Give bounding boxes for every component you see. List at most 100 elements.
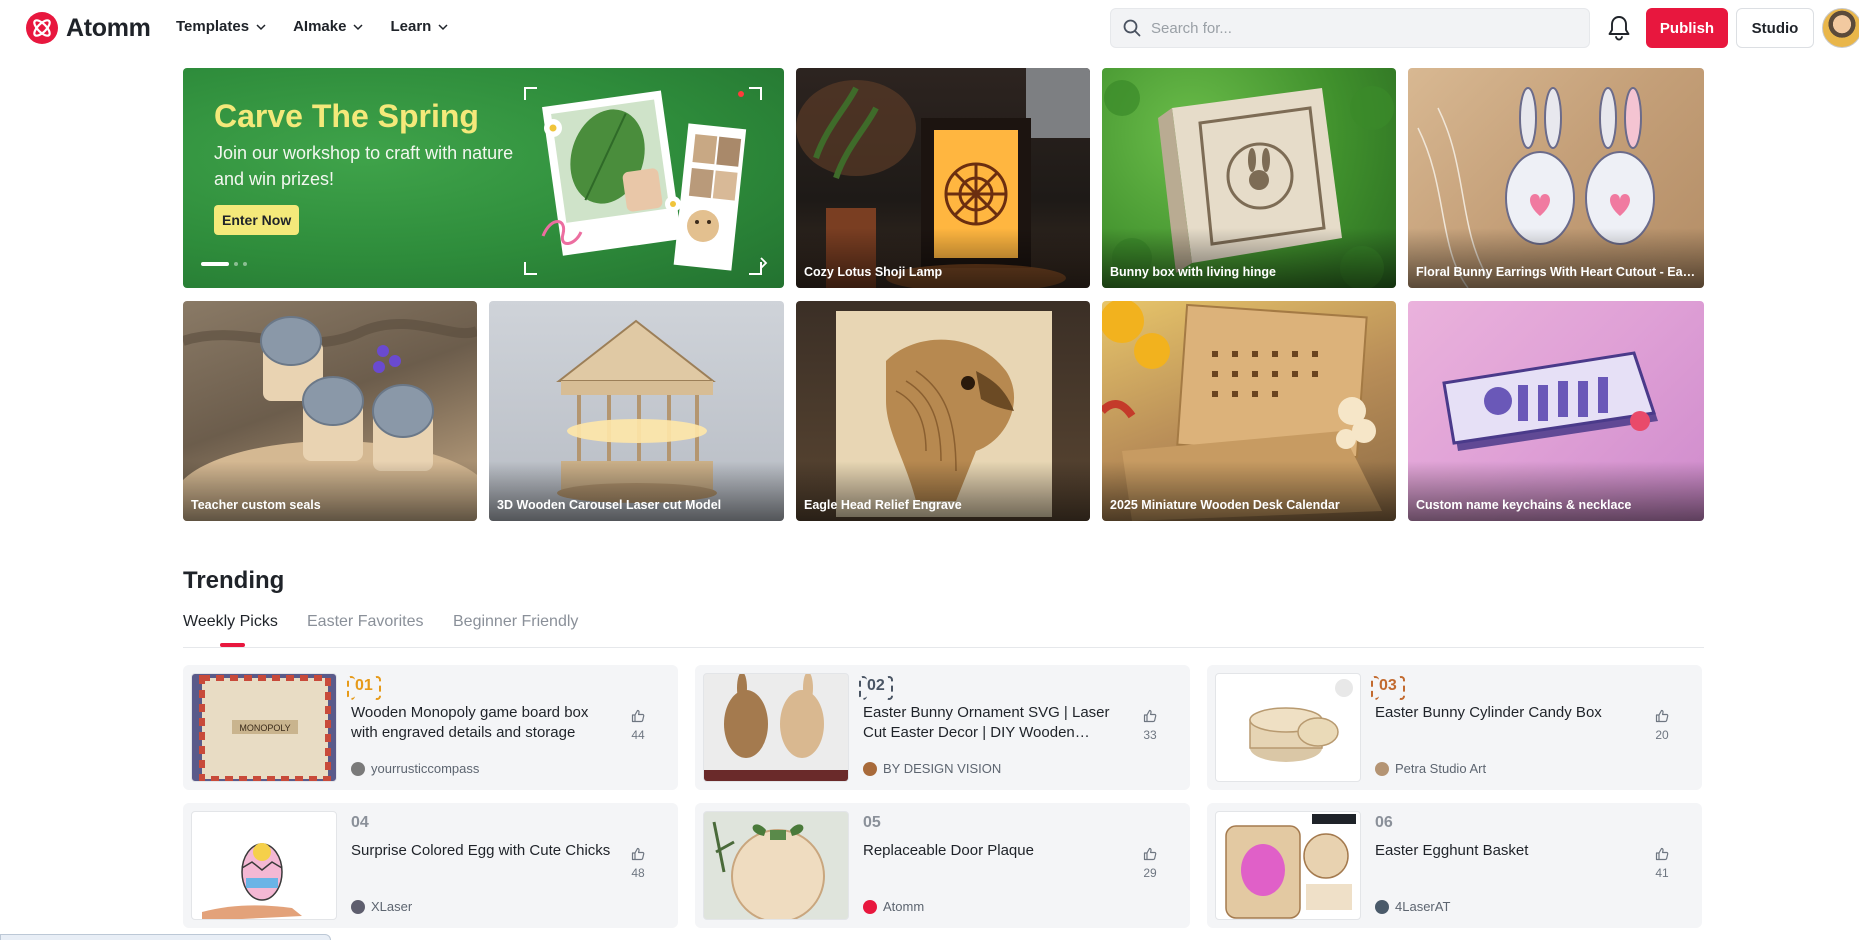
featured-tile-teacher-seals[interactable]: Teacher custom seals xyxy=(183,301,477,521)
like-count: 29 xyxy=(1143,866,1157,880)
promo-banner[interactable]: Carve The Spring Join our workshop to cr… xyxy=(183,68,784,288)
like-counter[interactable]: 41 xyxy=(1650,847,1674,882)
author-name: Atomm xyxy=(883,899,925,914)
svg-text:MONOPOLY: MONOPOLY xyxy=(239,723,290,733)
tile-caption-shade xyxy=(1102,461,1396,521)
enter-now-button[interactable]: Enter Now xyxy=(214,205,300,235)
card-author[interactable]: XLaser xyxy=(351,899,412,914)
nav-aimake[interactable]: AImake xyxy=(293,18,364,35)
trending-card[interactable]: 03 Easter Bunny Cylinder Candy Box Petra… xyxy=(1207,665,1702,790)
card-thumbnail xyxy=(191,811,337,920)
card-title: Replaceable Door Plaque xyxy=(863,842,1034,859)
publish-button[interactable]: Publish xyxy=(1646,8,1728,48)
tile-caption: Bunny box with living hinge xyxy=(1110,265,1276,279)
author-avatar xyxy=(1375,761,1389,776)
featured-tile-floral-bunny-earrings[interactable]: Floral Bunny Earrings With Heart Cutout … xyxy=(1408,68,1704,288)
rank-number: 04 xyxy=(351,814,369,831)
search-input[interactable] xyxy=(1151,19,1571,37)
card-thumbnail xyxy=(703,811,849,920)
featured-tile-lotus-lamp[interactable]: Cozy Lotus Shoji Lamp xyxy=(796,68,1090,288)
nav-templates[interactable]: Templates xyxy=(176,18,267,35)
active-tab-indicator xyxy=(220,643,245,647)
trending-card[interactable]: 05 Replaceable Door Plaque Atomm 29 xyxy=(695,803,1190,928)
card-author[interactable]: Atomm xyxy=(863,899,924,914)
author-avatar xyxy=(863,899,877,914)
search-box[interactable] xyxy=(1110,8,1590,48)
atomm-logo[interactable]: Atomm xyxy=(26,12,151,44)
card-author[interactable]: BY DESIGN VISION xyxy=(863,761,1001,776)
tile-caption-shade xyxy=(1408,461,1704,521)
rank-number: 06 xyxy=(1375,814,1393,831)
user-avatar[interactable] xyxy=(1822,8,1859,48)
atomm-logo-icon xyxy=(26,12,58,44)
tile-caption: Eagle Head Relief Engrave xyxy=(804,498,962,512)
featured-tile-eagle-engrave[interactable]: Eagle Head Relief Engrave xyxy=(796,301,1090,521)
card-author[interactable]: yourrusticcompass xyxy=(351,761,479,776)
rank-badge: 01 xyxy=(347,676,381,700)
trending-card[interactable]: 06 Easter Egghunt Basket 4LaserAT 41 xyxy=(1207,803,1702,928)
top-navigation-bar: Atomm Templates AImake Learn Publish Stu… xyxy=(0,0,1859,56)
search-icon xyxy=(1123,19,1141,37)
tile-caption: Floral Bunny Earrings With Heart Cutout … xyxy=(1416,265,1696,279)
carousel-dot[interactable] xyxy=(243,262,247,266)
carousel-dots xyxy=(201,262,247,266)
author-name: yourrusticcompass xyxy=(371,761,480,776)
tile-caption: 2025 Miniature Wooden Desk Calendar xyxy=(1110,498,1340,512)
like-count: 44 xyxy=(631,728,645,742)
carousel-dot[interactable] xyxy=(234,262,238,266)
banner-title: Carve The Spring xyxy=(214,98,479,134)
carousel-dot[interactable] xyxy=(201,262,229,266)
tab-weekly-picks[interactable]: Weekly Picks xyxy=(183,613,278,631)
thumbs-up-icon xyxy=(1655,847,1669,861)
like-count: 20 xyxy=(1655,728,1669,742)
tile-caption-shade xyxy=(796,461,1090,521)
chevron-right-icon[interactable] xyxy=(756,256,770,270)
author-name: BY DESIGN VISION xyxy=(883,761,1002,776)
like-counter[interactable]: 29 xyxy=(1138,847,1162,882)
notification-bell-icon[interactable] xyxy=(1606,14,1632,42)
card-thumbnail xyxy=(703,673,849,782)
featured-tile-desk-calendar[interactable]: 2025 Miniature Wooden Desk Calendar xyxy=(1102,301,1396,521)
featured-tile-bunny-box[interactable]: Bunny box with living hinge xyxy=(1102,68,1396,288)
trending-card[interactable]: 04 Surprise Colored Egg with Cute Chicks… xyxy=(183,803,678,928)
thumbs-up-icon xyxy=(1655,709,1669,723)
like-count: 33 xyxy=(1143,728,1157,742)
banner-collage-image xyxy=(524,87,762,275)
like-counter[interactable]: 20 xyxy=(1650,709,1674,744)
tile-caption: Custom name keychains & necklace xyxy=(1416,498,1632,512)
card-author[interactable]: Petra Studio Art xyxy=(1375,761,1486,776)
tile-caption-shade xyxy=(796,228,1090,288)
tile-caption-shade xyxy=(489,461,784,521)
card-thumbnail xyxy=(1215,673,1361,782)
studio-button[interactable]: Studio xyxy=(1736,8,1814,48)
card-thumbnail: MONOPOLY xyxy=(191,673,337,782)
rank-badge: 02 xyxy=(859,676,893,700)
author-avatar xyxy=(351,899,365,914)
card-title: Easter Bunny Ornament SVG | Laser Cut Ea… xyxy=(863,704,1110,741)
like-count: 48 xyxy=(631,866,645,880)
like-count: 41 xyxy=(1655,866,1669,880)
like-counter[interactable]: 44 xyxy=(626,709,650,744)
featured-tile-wooden-carousel[interactable]: 3D Wooden Carousel Laser cut Model xyxy=(489,301,784,521)
author-name: XLaser xyxy=(371,899,413,914)
tab-beginner-friendly[interactable]: Beginner Friendly xyxy=(453,613,578,631)
chevron-down-icon xyxy=(256,23,266,30)
banner-subtitle: Join our workshop to craft with nature a… xyxy=(214,143,514,189)
brand-name: Atomm xyxy=(66,13,151,42)
chevron-left-icon[interactable] xyxy=(721,256,735,270)
card-title: Surprise Colored Egg with Cute Chicks xyxy=(351,842,611,859)
like-counter[interactable]: 48 xyxy=(626,847,650,882)
thumbs-up-icon xyxy=(1143,709,1157,723)
chevron-down-icon xyxy=(438,23,448,30)
card-author[interactable]: 4LaserAT xyxy=(1375,899,1450,914)
nav-templates-label: Templates xyxy=(176,18,250,35)
trending-card[interactable]: MONOPOLY 01 Wooden Monopoly game board b… xyxy=(183,665,678,790)
rank-badge: 03 xyxy=(1371,676,1405,700)
like-counter[interactable]: 33 xyxy=(1138,709,1162,744)
featured-tile-name-keychains[interactable]: Custom name keychains & necklace xyxy=(1408,301,1704,521)
trending-card[interactable]: 02 Easter Bunny Ornament SVG | Laser Cut… xyxy=(695,665,1190,790)
tile-caption-shade xyxy=(1408,228,1704,288)
author-name: Petra Studio Art xyxy=(1395,761,1487,776)
nav-learn[interactable]: Learn xyxy=(390,18,449,35)
tab-easter-favorites[interactable]: Easter Favorites xyxy=(307,613,423,631)
